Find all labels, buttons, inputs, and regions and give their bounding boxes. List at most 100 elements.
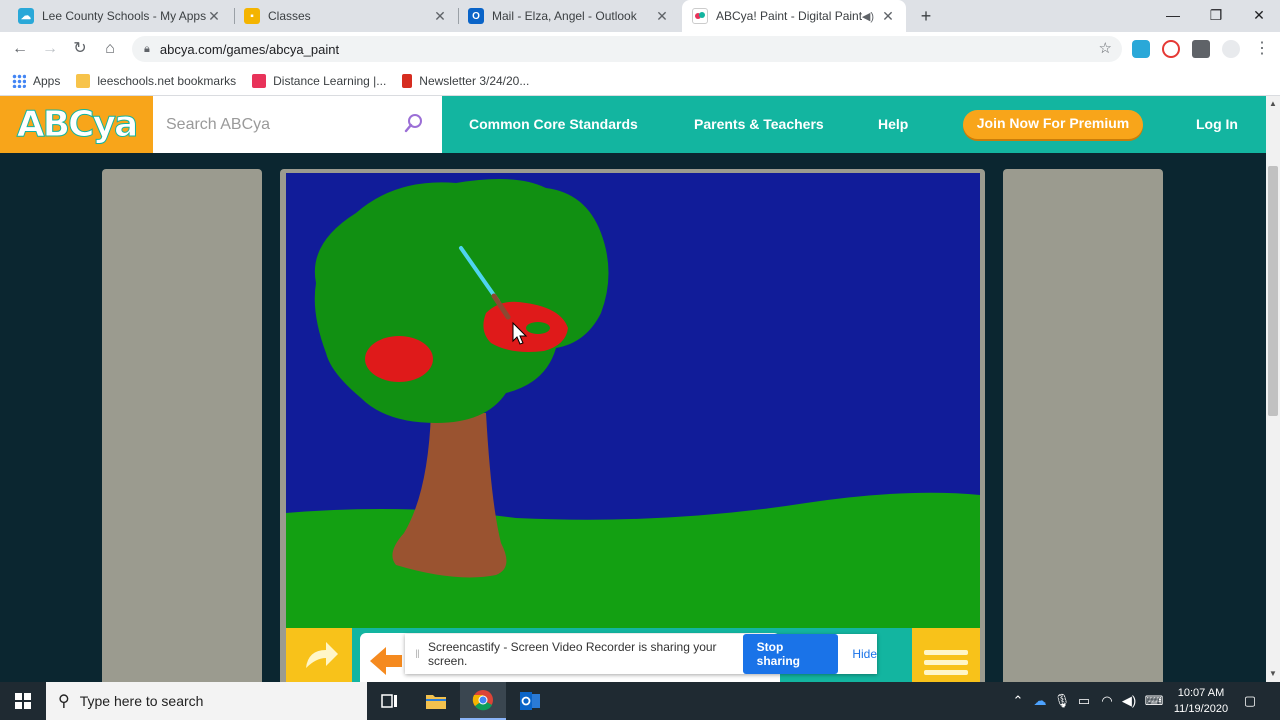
- nav-common-core-standards[interactable]: Common Core Standards: [469, 116, 638, 132]
- close-window-button[interactable]: ✕: [1238, 0, 1280, 30]
- close-tab-icon[interactable]: ✕: [880, 8, 896, 25]
- maximize-button[interactable]: ❐: [1195, 0, 1237, 30]
- tab-title: Classes: [268, 9, 311, 23]
- profile-avatar-icon[interactable]: [1222, 40, 1240, 58]
- bookmarks-bar: Apps leeschools.net bookmarks Distance L…: [0, 66, 1280, 96]
- bookmark-newsletter[interactable]: Newsletter 3/24/20...: [402, 73, 530, 88]
- back-arrow-tool-icon[interactable]: [366, 641, 406, 681]
- chrome-taskbar-button[interactable]: [460, 682, 506, 720]
- bookmark-label: leeschools.net bookmarks: [97, 73, 237, 88]
- hamburger-menu-icon: [924, 650, 968, 675]
- right-ad-panel: [1003, 169, 1163, 682]
- scroll-up-icon[interactable]: ▲: [1268, 99, 1278, 109]
- browser-toolbar: ← → ↻ ⌂ 🔒︎ abcya.com/games/abcya_paint ☆…: [0, 32, 1280, 66]
- windows-taskbar: ⚲ Type here to search ⌃ ☁ 🎙︎ ▭ ◠ ◀) ⌨ 10…: [0, 682, 1280, 720]
- search-icon[interactable]: [404, 113, 424, 133]
- speaker-audio-icon[interactable]: ◀): [862, 10, 874, 23]
- bookmark-apps[interactable]: Apps: [12, 73, 61, 88]
- bookmark-star-icon[interactable]: ☆: [1099, 39, 1112, 57]
- back-arrow-icon[interactable]: ←: [8, 37, 32, 61]
- reload-icon[interactable]: ↻: [68, 37, 92, 61]
- logo-text: ABCya: [16, 104, 138, 146]
- abcya-logo[interactable]: ABCya: [0, 96, 153, 153]
- menu-button[interactable]: [912, 628, 980, 682]
- hide-button[interactable]: Hide: [852, 647, 877, 661]
- search-input[interactable]: [166, 115, 396, 134]
- bookmark-leeschools[interactable]: leeschools.net bookmarks: [76, 73, 237, 88]
- scroll-thumb[interactable]: [1268, 166, 1278, 416]
- close-tab-icon[interactable]: ✕: [432, 8, 448, 25]
- tab-classes[interactable]: ▪ Classes ✕: [234, 0, 458, 32]
- tab-lee-county-schools[interactable]: ☁ Lee County Schools - My Apps ✕: [8, 0, 232, 32]
- sharing-message: Screencastify - Screen Video Recorder is…: [427, 640, 717, 668]
- apps-grid-icon: [12, 73, 26, 88]
- tab-title: Mail - Elza, Angel - Outlook: [492, 9, 637, 23]
- chrome-icon: [472, 690, 493, 711]
- address-url[interactable]: abcya.com/games/abcya_paint: [160, 42, 339, 57]
- apple-paint: [365, 336, 433, 382]
- bookmark-label: Apps: [33, 73, 61, 88]
- extensions-puzzle-icon[interactable]: [1192, 40, 1210, 58]
- login-link[interactable]: Log In: [1196, 116, 1238, 132]
- outlook-favicon-icon: O: [468, 8, 484, 24]
- outlook-taskbar-button[interactable]: [507, 682, 553, 720]
- task-view-icon: [381, 694, 397, 708]
- wifi-icon[interactable]: ◠: [1097, 693, 1117, 709]
- classroom-favicon-icon: ▪: [244, 8, 260, 24]
- site-header: ABCya Common Core Standards Parents & Te…: [0, 96, 1266, 153]
- join-premium-button[interactable]: Join Now For Premium: [963, 110, 1143, 139]
- lee-county-favicon-icon: ☁: [18, 8, 34, 24]
- bookmark-distance-learning[interactable]: Distance Learning |...: [252, 73, 386, 88]
- screencastify-extension-icon[interactable]: [1162, 40, 1180, 58]
- taskbar-search-placeholder: Type here to search: [79, 693, 204, 709]
- home-icon[interactable]: ⌂: [98, 37, 122, 61]
- screencastify-sharing-bar: ‖ Screencastify - Screen Video Recorder …: [405, 634, 877, 674]
- distance-learning-favicon-icon: [252, 73, 267, 88]
- paint-canvas[interactable]: [286, 173, 980, 628]
- clock-time: 10:07 AM: [1177, 687, 1225, 699]
- start-button[interactable]: [0, 682, 46, 720]
- nav-help[interactable]: Help: [878, 116, 908, 132]
- file-explorer-button[interactable]: [413, 682, 459, 720]
- bookmark-label: Newsletter 3/24/20...: [419, 73, 530, 88]
- close-tab-icon[interactable]: ✕: [206, 8, 222, 25]
- more-menu-icon[interactable]: ⋮: [1250, 37, 1274, 61]
- site-search[interactable]: [153, 96, 442, 153]
- lock-icon[interactable]: 🔒︎: [144, 43, 150, 56]
- newsletter-favicon-icon: [402, 73, 413, 88]
- forward-arrow-icon[interactable]: →: [38, 37, 62, 61]
- battery-icon[interactable]: ▭: [1074, 693, 1094, 709]
- nav-parents-teachers[interactable]: Parents & Teachers: [694, 116, 824, 132]
- scroll-down-icon[interactable]: ▼: [1268, 669, 1278, 679]
- leaf-spot-paint: [526, 322, 550, 334]
- new-tab-button[interactable]: +: [916, 6, 936, 26]
- tab-abcya-paint[interactable]: ABCya! Paint - Digital Paintin ◀) ✕: [682, 0, 906, 32]
- page-scrollbar[interactable]: ▲ ▼: [1266, 96, 1280, 682]
- abcya-favicon-icon: [692, 8, 708, 24]
- folder-icon: [426, 695, 446, 709]
- notifications-icon[interactable]: ▢: [1240, 693, 1260, 709]
- drag-handle-icon[interactable]: ‖: [415, 647, 420, 661]
- volume-icon[interactable]: ◀): [1119, 693, 1139, 709]
- windows-logo-icon: [15, 693, 31, 709]
- tab-title: Lee County Schools - My Apps: [42, 9, 206, 23]
- onedrive-cloud-icon[interactable]: ☁: [1030, 693, 1050, 709]
- folder-icon: [76, 73, 91, 88]
- extension-cloud-icon[interactable]: [1132, 40, 1150, 58]
- address-bar[interactable]: 🔒︎ abcya.com/games/abcya_paint ☆: [132, 36, 1122, 62]
- taskbar-search[interactable]: ⚲ Type here to search: [46, 682, 367, 720]
- taskbar-clock[interactable]: 10:07 AM 11/19/2020: [1168, 685, 1234, 717]
- tab-outlook-mail[interactable]: O Mail - Elza, Angel - Outlook ✕: [458, 0, 680, 32]
- minimize-button[interactable]: —: [1152, 0, 1194, 30]
- stop-sharing-button[interactable]: Stop sharing: [742, 634, 839, 674]
- keyboard-icon[interactable]: ⌨: [1144, 693, 1164, 709]
- task-view-button[interactable]: [367, 682, 413, 720]
- undo-button[interactable]: [286, 628, 352, 682]
- tab-strip: ☁ Lee County Schools - My Apps ✕ ▪ Class…: [0, 0, 1280, 32]
- clock-date: 11/19/2020: [1173, 703, 1229, 715]
- close-tab-icon[interactable]: ✕: [654, 8, 670, 25]
- show-hidden-icons-icon[interactable]: ⌃: [1008, 693, 1028, 709]
- outlook-icon: [520, 692, 540, 710]
- undo-arrow-icon: [306, 642, 338, 668]
- microphone-icon[interactable]: 🎙︎: [1052, 693, 1072, 709]
